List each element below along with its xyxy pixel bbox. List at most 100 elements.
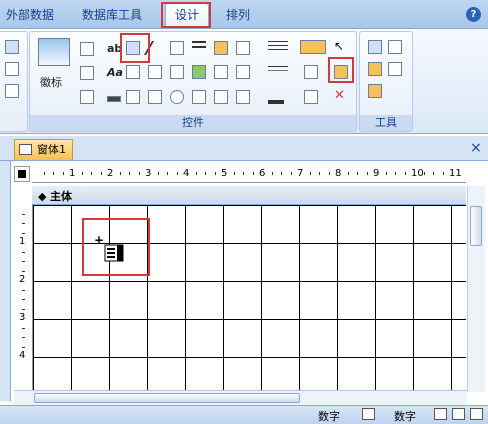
option-group-icon[interactable] [170, 65, 184, 79]
help-icon[interactable]: ? [466, 7, 481, 22]
detail-section-bar[interactable]: ◆ 主体 [32, 186, 466, 205]
horizontal-ruler: 1 2 3 4 5 6 7 8 9 10 11 [32, 166, 466, 183]
ruler-tick [138, 172, 140, 175]
ruler-tick [22, 232, 25, 234]
ruler-tick [176, 172, 178, 175]
ruler-tick [385, 172, 387, 175]
form-tab-label: 窗体1 [37, 143, 66, 156]
vertical-scrollbar[interactable] [467, 186, 485, 392]
horizontal-scroll-thumb[interactable] [34, 393, 300, 403]
ruler-tick [22, 346, 25, 348]
vertical-scroll-thumb[interactable] [470, 206, 482, 246]
add-existing-fields-icon[interactable] [368, 40, 382, 54]
property-sheet-icon[interactable] [388, 40, 402, 54]
font-icon[interactable] [5, 84, 19, 98]
page-break-icon[interactable] [126, 90, 140, 104]
design-view-icon[interactable] [452, 408, 465, 420]
ruler-tick [205, 172, 206, 175]
bound-object-icon[interactable] [236, 65, 250, 79]
line-thickness-icon[interactable] [268, 41, 288, 55]
select-pointer-icon[interactable]: ↖ [334, 40, 348, 54]
navigation-pane-strip[interactable] [0, 161, 11, 401]
detail-section-label: ◆ 主体 [38, 190, 72, 203]
ruler-tick [195, 172, 197, 175]
ruler-number: 9 [373, 168, 380, 179]
ruler-tick [22, 299, 25, 300]
ruler-tick [319, 172, 320, 175]
vertical-ruler: 1 2 3 4 [14, 204, 33, 390]
tab-control-icon[interactable] [192, 41, 206, 55]
close-icon[interactable]: × [470, 140, 482, 156]
ruler-tick [22, 337, 25, 338]
image-icon[interactable] [192, 65, 206, 79]
label-control-button[interactable]: Aa [107, 66, 123, 79]
tab-database-tools[interactable]: 数据库工具 [82, 6, 142, 23]
ruler-tick [243, 172, 244, 175]
ruler-number: 1 [19, 236, 26, 247]
toggle-button-icon[interactable] [148, 90, 162, 104]
tab-form1[interactable]: 窗体1 [14, 139, 73, 160]
checkbox-icon[interactable] [148, 65, 162, 79]
ruler-tick [157, 172, 159, 175]
form-selector[interactable] [14, 166, 30, 182]
ruler-tick [43, 172, 45, 175]
view-code-icon[interactable] [388, 62, 402, 76]
ruler-number: 2 [107, 168, 114, 179]
ruler-tick [433, 172, 434, 175]
logo-icon[interactable] [38, 38, 70, 66]
format-icon[interactable] [5, 62, 19, 76]
title-icon[interactable] [80, 42, 94, 56]
special-effect-icon[interactable] [304, 90, 318, 104]
controls-group-label: 控件 [30, 115, 356, 131]
tools-group-label: 工具 [360, 115, 412, 131]
form-view-icon[interactable] [362, 408, 375, 420]
list-box-highlight [120, 33, 150, 63]
ruler-tick [366, 172, 368, 175]
attachment-icon[interactable] [214, 90, 228, 104]
datasheet-view-icon[interactable] [470, 408, 483, 420]
status-bar: 数字 数字 [0, 405, 488, 424]
ruler-tick [53, 172, 54, 175]
layout-view-icon[interactable] [434, 408, 447, 420]
ruler-tick [22, 261, 25, 262]
form-icon [19, 144, 32, 155]
tab-external-data[interactable]: 外部数据 [6, 6, 54, 23]
date-time-icon[interactable] [80, 90, 94, 104]
ruler-tick [281, 172, 282, 175]
line-color-icon[interactable] [268, 90, 284, 104]
ruler-number: 7 [297, 168, 304, 179]
ruler-tick [22, 251, 25, 253]
convert-macros-icon[interactable] [368, 84, 382, 98]
num-lock-status-left: 数字 [318, 410, 340, 423]
document-tab-bar: 窗体1 [0, 136, 488, 161]
ruler-tick [233, 172, 235, 175]
ruler-tick [22, 327, 25, 329]
remove-icon[interactable]: ✕ [334, 89, 348, 104]
ruler-tick [22, 289, 25, 291]
tab-arrange[interactable]: 排列 [226, 6, 250, 23]
ruler-number: 11 [449, 168, 462, 179]
unbound-object-icon[interactable] [214, 65, 228, 79]
rectangle-shape-icon[interactable] [300, 40, 326, 54]
view-icon[interactable] [5, 40, 19, 54]
option-button-icon[interactable] [170, 90, 184, 104]
combo-box-icon[interactable] [170, 41, 184, 55]
hyperlink-icon[interactable] [192, 90, 206, 104]
subform-icon[interactable] [236, 41, 250, 55]
tab-order-icon[interactable] [368, 62, 382, 76]
page-number-icon[interactable] [80, 66, 94, 80]
ruler-number: 8 [335, 168, 342, 179]
control-wizard-icon[interactable] [304, 65, 318, 79]
chart-icon[interactable] [214, 41, 228, 55]
ruler-tick [357, 172, 358, 175]
ruler-number: 1 [69, 168, 76, 179]
detail-section-text: 主体 [49, 190, 72, 203]
ruler-tick [22, 223, 25, 224]
insert-page-icon[interactable] [236, 90, 250, 104]
horizontal-scrollbar[interactable] [14, 390, 467, 405]
rectangle-icon[interactable] [107, 96, 121, 102]
button-control-icon[interactable] [126, 65, 140, 79]
ruler-number: 2 [19, 274, 26, 285]
ruler-tick [22, 213, 25, 215]
line-type-icon[interactable] [268, 66, 288, 80]
